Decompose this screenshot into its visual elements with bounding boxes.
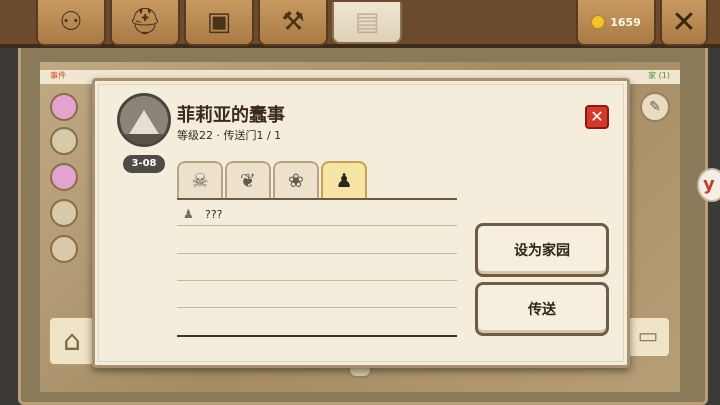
potion-icon[interactable] (50, 163, 78, 191)
coin-panel: 1659 (576, 0, 656, 46)
treasure-chest-icon: ▣ (206, 7, 232, 37)
helmet-icon: ⛑ (128, 7, 162, 37)
potion-icon[interactable] (50, 93, 78, 121)
row-divider (177, 225, 457, 226)
creature-icon: ❀ (288, 170, 304, 192)
filter-tab-3[interactable]: ❀ (273, 161, 319, 199)
mountain-icon (128, 110, 160, 136)
scroll-button[interactable]: ▭ (625, 316, 671, 358)
teleport-button[interactable]: 传送 (475, 282, 609, 336)
coin-icon (591, 15, 606, 29)
events-label: 事件 (50, 71, 66, 80)
top-tab-5[interactable]: ▤ (332, 2, 402, 44)
house-icon: ⌂ (63, 324, 81, 357)
home-count-label: 家 (1) (648, 71, 670, 80)
stage-badge: 3-08 (123, 155, 165, 173)
list-bottom-rule (177, 335, 457, 337)
quill-icon: ✎ (649, 99, 661, 115)
dialog-subtitle: 等级22 · 传送门1 / 1 (177, 129, 282, 142)
top-tab-4[interactable]: ⚒ (258, 0, 328, 46)
top-tab-2[interactable]: ⛑ (110, 0, 180, 46)
coin-count: 1659 (610, 15, 641, 29)
skill-tree-icon: ⚇ (59, 7, 83, 37)
temple-icon[interactable] (50, 127, 78, 155)
filter-tab-1[interactable]: ☠ (177, 161, 223, 199)
person-icon: ♟ (183, 207, 194, 221)
filter-tab-4[interactable]: ♟ (321, 161, 367, 199)
filter-tab-2[interactable]: ❦ (225, 161, 271, 199)
skull-icon: ☠ (191, 170, 209, 192)
side-tab-icon[interactable]: y (697, 168, 720, 202)
tab-divider (177, 198, 457, 200)
top-tab-3[interactable]: ▣ (184, 0, 254, 46)
dialog-title: 菲莉亚的蠢事 (177, 105, 285, 126)
hammer-scroll-icon: ⚒ (281, 7, 305, 37)
home-button[interactable]: ⌂ (48, 316, 96, 366)
set-home-button[interactable]: 设为家园 (475, 223, 609, 277)
dialog-close-button[interactable]: ✕ (585, 105, 609, 129)
row-divider (177, 307, 457, 308)
scroll-icon: ▭ (637, 324, 659, 349)
quill-button[interactable]: ✎ (640, 92, 670, 122)
location-avatar (117, 93, 171, 147)
person-icon: ♟ (335, 170, 353, 192)
list-item[interactable]: ??? (205, 208, 223, 221)
map-icon: ▤ (354, 7, 380, 37)
close-menu-button[interactable]: ✕ (660, 0, 708, 46)
leaf-icon: ❦ (240, 170, 256, 192)
row-divider (177, 280, 457, 281)
temple-icon[interactable] (50, 235, 78, 263)
top-tab-1[interactable]: ⚇ (36, 0, 106, 46)
row-divider (177, 253, 457, 254)
portal-dialog: 3-08 菲莉亚的蠢事 等级22 · 传送门1 / 1 ✕ ☠ ❦ ❀ ♟ ♟ ???… (92, 78, 630, 368)
portal-ring-icon[interactable] (50, 199, 78, 227)
